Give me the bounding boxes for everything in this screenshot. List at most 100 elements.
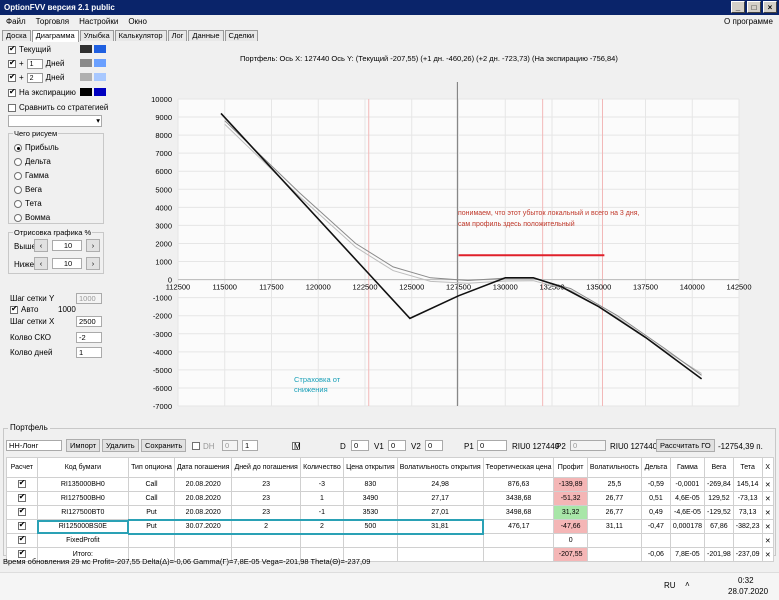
dh-checkbox[interactable] (192, 442, 200, 450)
p1-input[interactable]: 0 (477, 440, 507, 451)
cell-vega[interactable]: 129,52 (704, 491, 734, 506)
tab-log[interactable]: Лог (167, 30, 188, 41)
delete-button[interactable]: Удалить (102, 439, 139, 452)
cell-vega[interactable]: -269,84 (704, 477, 734, 492)
cell-date[interactable]: 20.08.2020 (173, 477, 233, 492)
days-count-input[interactable]: 1 (76, 347, 102, 358)
cell-qty[interactable]: 1 (299, 491, 345, 506)
cell-vol[interactable]: 31,11 (586, 519, 643, 534)
cell-vol[interactable]: 25,5 (586, 477, 643, 492)
radio-profit[interactable] (14, 143, 22, 152)
tab-deals[interactable]: Сделки (224, 30, 259, 41)
col-days[interactable]: Дней до погашения (231, 457, 301, 478)
cell-date[interactable]: 30.07.2020 (173, 518, 233, 535)
expiry-color-a[interactable] (80, 88, 92, 96)
option-vomma[interactable]: Вомма (14, 212, 50, 223)
cell-gamma[interactable]: 4,6E-05 (669, 491, 706, 506)
above-input[interactable]: 10 (52, 240, 82, 251)
cell-type[interactable]: Put (128, 505, 175, 520)
cell-delta[interactable]: 0,51 (641, 491, 671, 506)
save-button[interactable]: Сохранить (141, 439, 187, 452)
clock-date[interactable]: 28.07.2020 (728, 587, 768, 596)
days1-color-a[interactable] (80, 59, 92, 67)
tab-calculator[interactable]: Калькулятор (114, 30, 167, 41)
close-button[interactable]: × (763, 1, 777, 13)
delete-row-button[interactable]: ✕ (761, 519, 775, 534)
d-input[interactable]: 0 (351, 440, 369, 451)
cell-code[interactable]: RI127500BT0 (36, 505, 130, 520)
col-qty[interactable]: Количество (299, 457, 345, 478)
current-color-a[interactable] (80, 45, 92, 53)
col-open-vol[interactable]: Волатильность открытия (396, 457, 484, 478)
cell-qty[interactable]: 2 (299, 518, 345, 535)
sko-input[interactable]: -2 (76, 332, 102, 343)
cell-open-vol[interactable]: 27,17 (396, 491, 484, 506)
expiry-checkbox[interactable] (8, 87, 16, 97)
cell-code[interactable]: RI125000BS0E (36, 519, 130, 534)
table-row[interactable]: RI135000BH0 Call 20.08.2020 23 -3 830 24… (6, 477, 775, 492)
radio-vega[interactable] (14, 185, 22, 194)
cell-theta[interactable]: 73,13 (732, 505, 763, 520)
days2-input[interactable]: 2 (26, 72, 43, 83)
radio-vomma[interactable] (14, 213, 22, 222)
menu-about[interactable]: О программе (724, 17, 773, 27)
portfolio-select[interactable]: НН-Лонг (6, 440, 62, 451)
delete-row-button[interactable]: ✕ (761, 533, 775, 548)
cell-delta[interactable]: 0,49 (641, 505, 671, 520)
menu-trade[interactable]: Торговля (36, 17, 69, 27)
cell-profit[interactable]: 31,32 (553, 505, 588, 520)
current-color-b[interactable] (94, 45, 106, 53)
days2-checkbox[interactable] (8, 72, 16, 82)
cell-days[interactable]: 23 (231, 505, 301, 520)
row-checkbox[interactable] (17, 534, 26, 544)
col-expiry-date[interactable]: Дата погашения (173, 457, 233, 478)
above-decrease-button[interactable]: ‹ (34, 239, 48, 252)
tab-data[interactable]: Данные (188, 30, 224, 41)
cell-date[interactable]: 20.08.2020 (173, 505, 233, 520)
cell-vega[interactable]: 67,86 (704, 519, 734, 534)
tab-diagram[interactable]: Диаграмма (31, 30, 79, 42)
menu-window[interactable]: Окно (128, 17, 147, 27)
radio-gamma[interactable] (14, 171, 22, 180)
days1-color-b[interactable] (94, 59, 106, 67)
row-checkbox[interactable] (17, 492, 26, 502)
cell-qty[interactable]: -1 (299, 505, 345, 520)
cell-open-vol[interactable]: 24,98 (396, 477, 484, 492)
cell-days[interactable]: 2 (231, 518, 301, 535)
col-vol[interactable]: Волатильность (586, 457, 643, 478)
cell-theo[interactable]: 876,63 (482, 477, 555, 492)
radio-delta[interactable] (14, 157, 22, 166)
grid-x-input[interactable]: 2500 (76, 316, 102, 327)
cell-delta[interactable]: -0,47 (641, 519, 671, 534)
cell-open-vol[interactable]: 31,81 (396, 518, 485, 535)
cell-profit[interactable]: -47,66 (553, 519, 588, 534)
col-delta[interactable]: Дельта (641, 457, 671, 478)
radio-theta[interactable] (14, 199, 22, 208)
col-theta[interactable]: Тета (732, 457, 763, 478)
row-checkbox[interactable] (17, 478, 26, 488)
fixed-profit-value[interactable]: 0 (553, 533, 588, 548)
cell-price[interactable]: 500 (343, 518, 398, 535)
cell-gamma[interactable]: -4,6E-05 (669, 505, 706, 520)
cell-price[interactable]: 3490 (343, 491, 398, 506)
clock-time[interactable]: 0:32 (738, 576, 754, 585)
fixed-profit-row[interactable]: FixedProfit 0 ✕ (6, 533, 775, 548)
cell-theo[interactable]: 476,17 (482, 519, 555, 534)
tab-board[interactable]: Доска (2, 30, 31, 41)
below-decrease-button[interactable]: ‹ (34, 257, 48, 270)
delete-row-button[interactable]: ✕ (761, 491, 775, 506)
import-button[interactable]: Импорт (66, 439, 101, 452)
auto-checkbox[interactable] (10, 304, 18, 314)
table-row[interactable]: RI127500BT0 Put 20.08.2020 23 -1 3530 27… (6, 505, 775, 520)
menu-file[interactable]: Файл (6, 17, 26, 27)
menu-settings[interactable]: Настройки (79, 17, 118, 27)
row-checkbox[interactable] (17, 506, 26, 516)
current-checkbox[interactable] (8, 44, 16, 54)
dh-input[interactable]: 0 (222, 440, 238, 451)
cell-gamma[interactable]: 0,000178 (669, 519, 706, 534)
minimize-button[interactable]: _ (731, 1, 745, 13)
delete-row-button[interactable]: ✕ (761, 477, 775, 492)
compare-checkbox[interactable] (8, 103, 16, 112)
days1-input[interactable]: 1 (26, 58, 43, 69)
cell-code[interactable]: RI135000BH0 (36, 477, 130, 492)
